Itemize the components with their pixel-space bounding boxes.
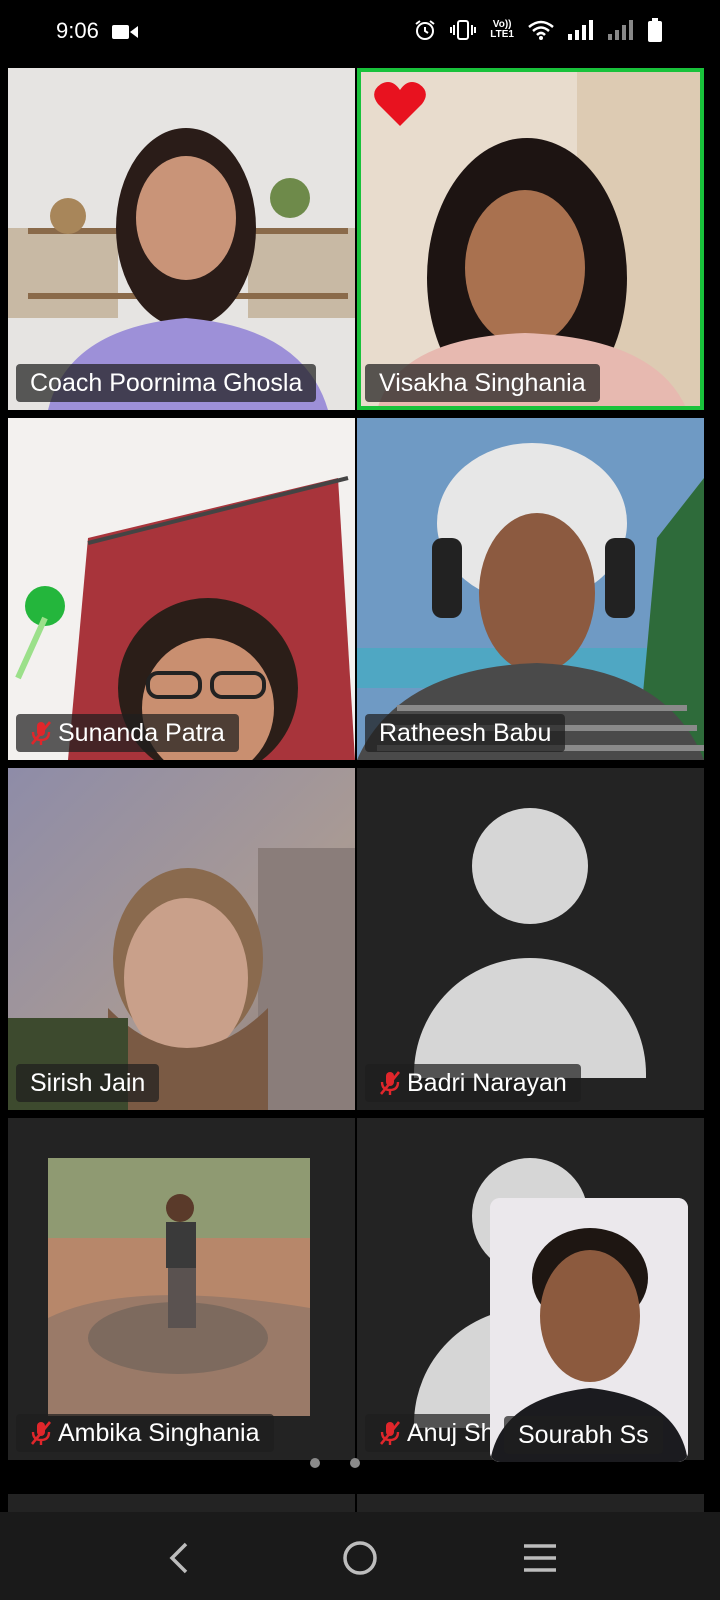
status-bar: 9:06 Vo)) LTE1 [0,0,720,64]
video-feed [8,418,355,760]
participant-name-tag: Ratheesh Babu [365,714,566,752]
profile-picture [48,1158,310,1416]
participant-name-tag: Sunanda Patra [16,714,239,752]
status-time: 9:06 [56,18,99,43]
self-name-tag: Sourabh Ss [504,1416,663,1454]
self-name: Sourabh Ss [518,1420,649,1449]
participant-name: Badri Narayan [407,1068,567,1097]
alarm-icon [415,20,435,40]
video-tile-partial[interactable] [357,1494,704,1512]
video-feed [8,68,355,410]
home-icon[interactable] [336,1534,384,1582]
page-dot [350,1458,360,1468]
wifi-icon [528,20,554,40]
signal-2-icon [608,20,633,40]
mic-muted-icon [379,1421,401,1445]
mic-muted-icon [30,721,52,745]
participant-name: Sunanda Patra [58,718,225,747]
avatar-head [472,808,588,924]
mic-muted-icon [30,1421,52,1445]
recent-apps-icon[interactable] [516,1534,564,1582]
participant-name: Coach Poornima Ghosla [30,368,303,397]
back-icon[interactable] [156,1534,204,1582]
video-camera-icon [112,25,138,39]
mic-muted-icon [379,1071,401,1095]
video-feed [357,418,704,760]
participant-name-tag: Coach Poornima Ghosla [16,364,317,402]
video-tile[interactable]: Coach Poornima Ghosla [8,68,355,410]
status-icons: Vo)) LTE1 [414,18,662,42]
avatar-body [414,958,646,1078]
video-tile[interactable]: Sirish Jain [8,768,355,1110]
video-tile-avatar[interactable]: Badri Narayan [357,768,704,1110]
video-tile[interactable]: Sunanda Patra [8,418,355,760]
vibrate-icon [450,20,477,40]
participant-name-tag: Badri Narayan [365,1064,581,1102]
battery-icon [648,18,662,42]
signal-icon [568,20,593,40]
page-dot [310,1458,320,1468]
participant-name-tag: Sirish Jain [16,1064,160,1102]
participant-name: Ambika Singhania [58,1418,260,1447]
volte-indicator: Vo)) LTE1 [490,20,514,40]
video-tile-active-speaker[interactable]: Visakha Singhania [357,68,704,410]
heart-icon [374,82,426,126]
participant-name-tag: Ambika Singhania [16,1414,274,1452]
volte-line2: LTE1 [490,29,514,40]
participant-name: Ratheesh Babu [379,718,552,747]
self-view-thumbnail[interactable]: Sourabh Ss [490,1198,688,1462]
system-navigation-bar [0,1512,720,1600]
video-tile[interactable]: Ratheesh Babu [357,418,704,760]
participant-name: Sirish Jain [30,1068,146,1097]
participant-name: Visakha Singhania [379,368,586,397]
video-feed [8,768,355,1110]
video-tile-profile-picture[interactable]: Ambika Singhania [8,1118,355,1460]
video-tile-partial[interactable] [8,1494,355,1512]
participant-name-tag: Visakha Singhania [365,364,600,402]
page-indicator [310,1458,360,1468]
